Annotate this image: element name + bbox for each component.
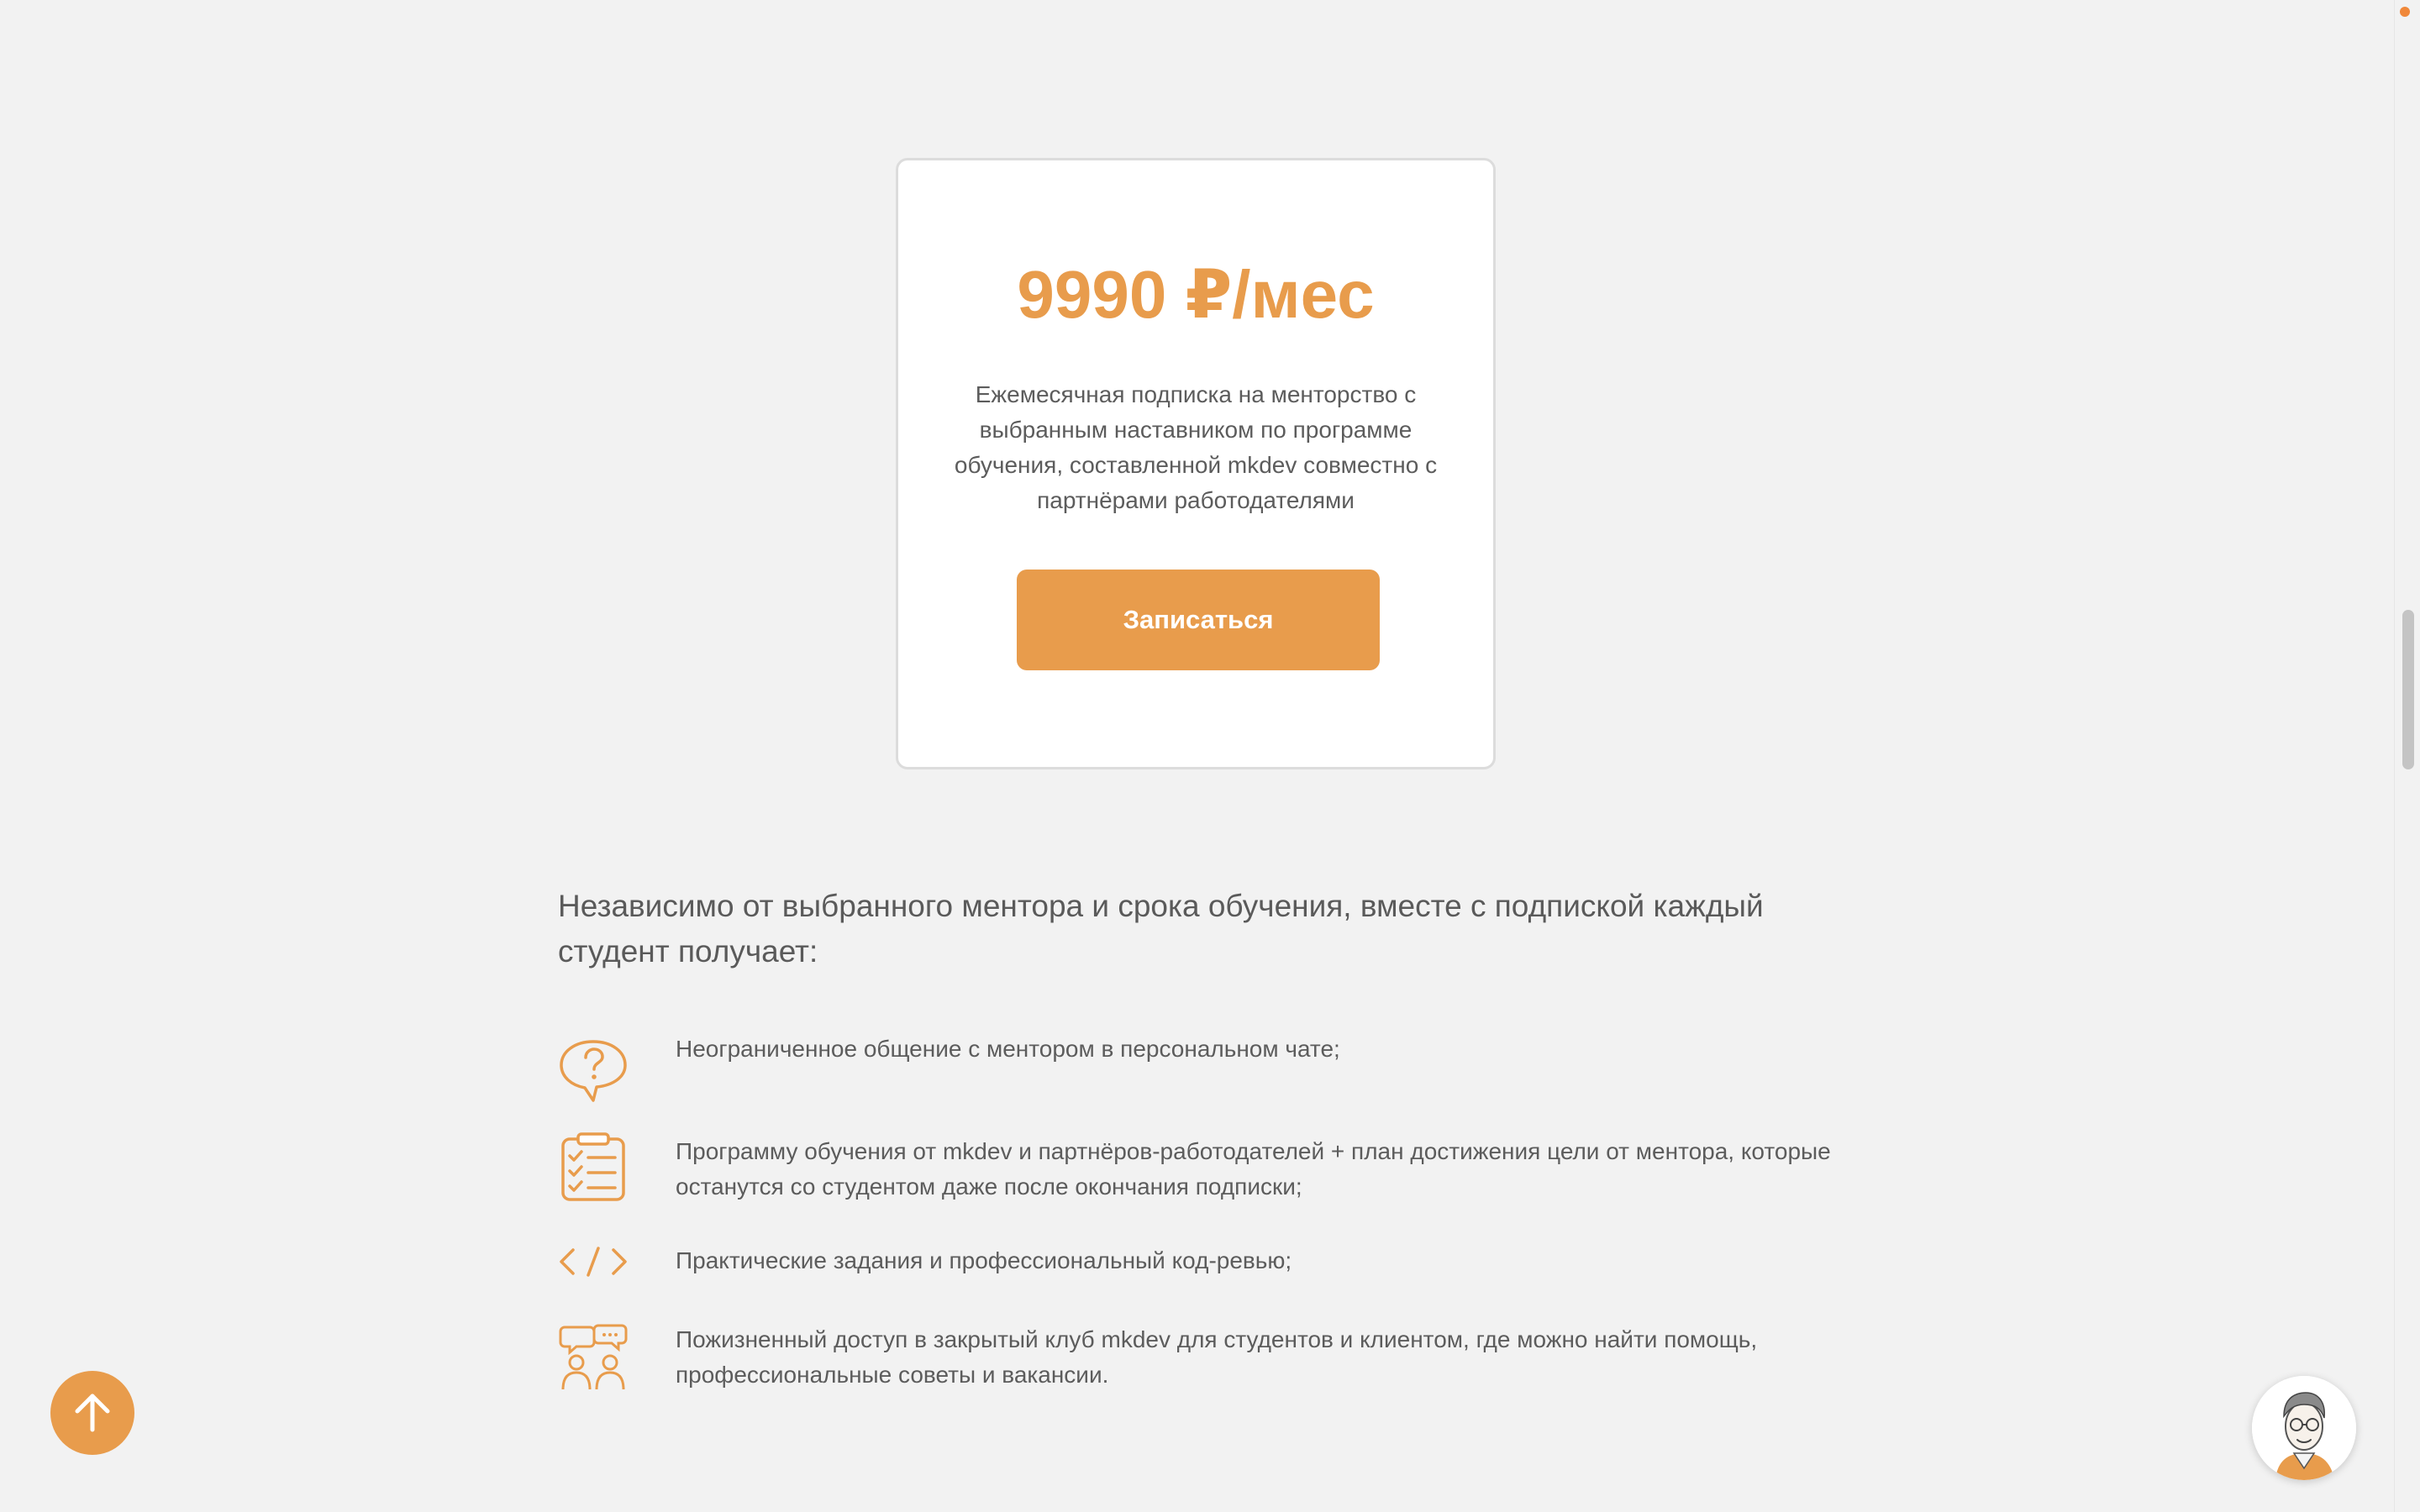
benefit-text: Программу обучения от mkdev и партнёров-… (676, 1138, 1831, 1200)
chat-widget-button[interactable] (2252, 1376, 2356, 1480)
scroll-top-button[interactable] (50, 1371, 134, 1455)
price-label: 9990 ₽/мес (1017, 257, 1375, 332)
scrollbar[interactable] (2394, 0, 2420, 1512)
notification-dot (2400, 7, 2410, 17)
checklist-icon (561, 1132, 625, 1201)
mentor-avatar-icon (2252, 1376, 2356, 1480)
community-icon (559, 1324, 628, 1390)
benefit-text: Неограниченное общение с ментором в перс… (676, 1036, 1340, 1062)
benefit-text: Пожизненный доступ в закрытый клуб mkdev… (676, 1326, 1758, 1388)
code-icon (560, 1247, 627, 1277)
price-description: Ежемесячная подписка на менторство с выб… (954, 381, 1438, 513)
benefits-intro: Независимо от выбранного ментора и срока… (558, 889, 1764, 969)
arrow-up-icon (75, 1394, 110, 1432)
pricing-card: 9990 ₽/мес Ежемесячная подписка на менто… (896, 158, 1496, 769)
signup-button[interactable]: Записаться (1017, 570, 1380, 670)
scrollbar-thumb[interactable] (2402, 610, 2414, 769)
benefit-text: Практические задания и профессиональный … (676, 1247, 1292, 1273)
chat-question-icon (560, 1040, 627, 1102)
